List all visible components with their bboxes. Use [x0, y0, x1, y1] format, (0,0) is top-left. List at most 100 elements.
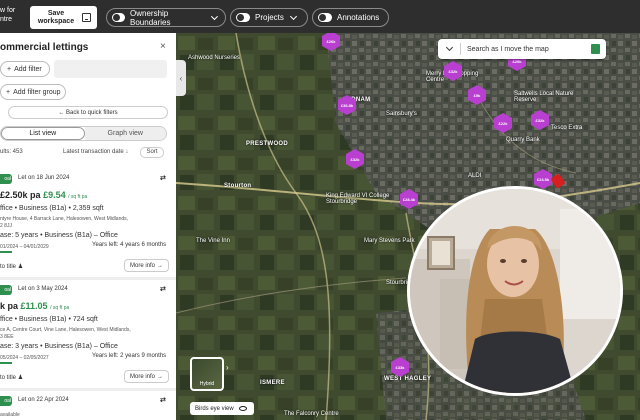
let-date: Let on 3 May 2024: [18, 286, 68, 292]
let-date: Let on 18 Jun 2024: [18, 175, 70, 181]
rent-per-sqft-unit: / sq ft pa: [50, 305, 70, 311]
tab-graph-view[interactable]: Graph view: [84, 127, 166, 140]
rent-per-sqft: £9.54: [43, 190, 66, 200]
status-badge: oal: [0, 285, 12, 295]
lettings-card[interactable]: oal Let on 3 May 2024 ⇄ k pa £11.05 / sq…: [0, 281, 176, 384]
place-label: ALDI: [468, 173, 482, 179]
tab-list-view[interactable]: List view: [1, 127, 85, 140]
toggle-label: Ownership Boundaries: [130, 8, 171, 27]
link-icon[interactable]: ⇄: [160, 396, 166, 404]
ownership-boundaries-toggle[interactable]: Ownership Boundaries: [106, 8, 226, 27]
place-label: Ashwood Nurseries: [188, 55, 241, 61]
link-icon[interactable]: ⇄: [160, 285, 166, 293]
grid-icon[interactable]: [591, 44, 600, 54]
lettings-card[interactable]: oal Let on 18 Jun 2024 ⇄ £2.50k pa £9.54…: [0, 170, 176, 273]
arrow-right-icon: →: [157, 373, 163, 380]
rent-value: 2.50k pa: [5, 190, 41, 200]
address-line: ntyre House, 4 Barrack Lane, Halesowen, …: [0, 216, 129, 222]
use-class-line: ffice • Business (B1a) • 724 sqft: [0, 316, 98, 323]
place-label: Tesco Extra: [551, 125, 583, 131]
rent-per-sqft-unit: / sq ft pa: [68, 194, 88, 200]
add-filter-group-button[interactable]: + Add filter group: [0, 84, 66, 100]
more-info-button[interactable]: More info →: [124, 370, 169, 383]
add-filter-label: Add filter: [14, 65, 42, 73]
more-info-button[interactable]: More info →: [124, 259, 169, 272]
arrow-right-icon: →: [157, 262, 163, 269]
place-label: PRESTWOOD: [246, 141, 289, 147]
person-icon: ♟: [17, 264, 24, 270]
eye-icon: [238, 406, 247, 411]
add-filter-group-label: Add filter group: [13, 88, 61, 96]
birds-eye-view-button[interactable]: Birds eye view: [190, 402, 254, 415]
status-badge: oal: [0, 174, 12, 184]
view-tabs: List view Graph view: [0, 126, 167, 141]
lease-dates: 05/2024 – 02/05/2027: [0, 355, 49, 361]
person-icon: ♟: [17, 375, 24, 381]
panel-title: ommercial lettings: [0, 42, 89, 53]
lease-line: ase: 5 years • Business (B1a) – Office: [0, 232, 118, 239]
close-icon[interactable]: ×: [160, 41, 166, 52]
place-label: The Falconry Centre: [284, 411, 339, 417]
sort-button[interactable]: Sort: [140, 147, 164, 158]
results-row: ults: 453 Latest transaction date ↓ Sort: [0, 147, 170, 159]
use-class-line: ffice • Business (B1a) • 2,359 sqft: [0, 205, 104, 212]
webcam-overlay: [407, 186, 623, 396]
address-line: ce A, Centre Court, Vine Lane, Halesowen…: [0, 327, 131, 333]
place-label: Quarry Bank: [506, 137, 540, 143]
hybrid-layer-button[interactable]: Hybrid: [190, 357, 224, 391]
postcode-line: 3 8EE: [0, 334, 14, 340]
hybrid-label: Hybrid: [199, 381, 215, 387]
brand-line-1: w for: [0, 7, 16, 14]
plus-icon: +: [7, 65, 12, 73]
place-label: King Edward VI College Stourbridge: [326, 193, 390, 205]
sort-by-select[interactable]: Latest transaction date ↓: [63, 149, 128, 155]
collapse-panel-button[interactable]: ‹: [176, 60, 186, 96]
add-filter-button[interactable]: + Add filter: [0, 61, 50, 77]
status-badge: oal: [0, 396, 12, 406]
let-date: Let on 22 Apr 2024: [18, 397, 69, 403]
more-info-label: More info: [129, 373, 155, 380]
toggle-switch-icon: [318, 13, 332, 22]
back-to-quick-filters-button[interactable]: ← Back to quick filters: [8, 106, 168, 119]
lettings-card[interactable]: oal Let on 22 Apr 2024 ⇄ available: [0, 392, 176, 420]
rent-value: k pa: [0, 301, 19, 311]
results-count: ults: 453: [0, 149, 23, 155]
toggle-label: Projects: [255, 13, 284, 22]
chevron-down-icon: [445, 43, 454, 52]
lease-line: ase: 3 years • Business (B1a) – Office: [0, 343, 118, 350]
toggle-label: Annotations: [337, 13, 380, 22]
place-label: WEST HAGLEY: [384, 376, 432, 382]
arrow-left-icon: ←: [58, 109, 66, 116]
search-separator: [460, 43, 461, 55]
place-label: Saltwells Local Nature Reserve: [514, 91, 574, 103]
quick-filters-label: Back to quick filters: [65, 109, 118, 116]
brand-line-2: ntre: [0, 16, 13, 23]
card-divider: [0, 388, 176, 391]
go-to-title-label: to title: [0, 375, 17, 381]
brand-label: w for ntre: [0, 6, 20, 24]
link-icon[interactable]: ⇄: [160, 174, 166, 182]
lease-dates: 01/2024 – 04/01/2029: [0, 244, 49, 250]
go-to-title-link[interactable]: to title ♟: [0, 263, 23, 270]
go-to-title-label: to title: [0, 264, 17, 270]
birds-eye-view-label: Birds eye view: [195, 405, 234, 412]
years-left: Years left: 4 years 6 months: [92, 242, 167, 248]
place-label: Mary Stevens Park: [364, 238, 415, 244]
chevron-right-icon[interactable]: ›: [226, 363, 229, 372]
results-panel: ommercial lettings × + Add filter + Add …: [0, 33, 176, 420]
search-as-i-move-toggle[interactable]: Search as I move the map: [438, 39, 606, 59]
annotations-toggle[interactable]: Annotations: [312, 8, 389, 27]
card-divider: [0, 277, 176, 280]
chevron-left-icon: ‹: [179, 73, 183, 83]
save-workspace-button[interactable]: Save workspace: [30, 6, 97, 29]
chevron-down-icon: [289, 12, 297, 20]
projects-toggle[interactable]: Projects: [230, 8, 308, 27]
plus-icon: +: [6, 88, 11, 96]
top-bar: w for ntre Save workspace Ownership Boun…: [0, 0, 640, 33]
availability-line: available: [0, 412, 20, 418]
search-as-i-move-label: Search as I move the map: [467, 45, 549, 53]
more-info-label: More info: [129, 262, 155, 269]
go-to-title-link[interactable]: to title ♟: [0, 374, 23, 381]
save-workspace-label: Save workspace: [37, 9, 75, 25]
place-label: The Vine Inn: [196, 238, 230, 244]
